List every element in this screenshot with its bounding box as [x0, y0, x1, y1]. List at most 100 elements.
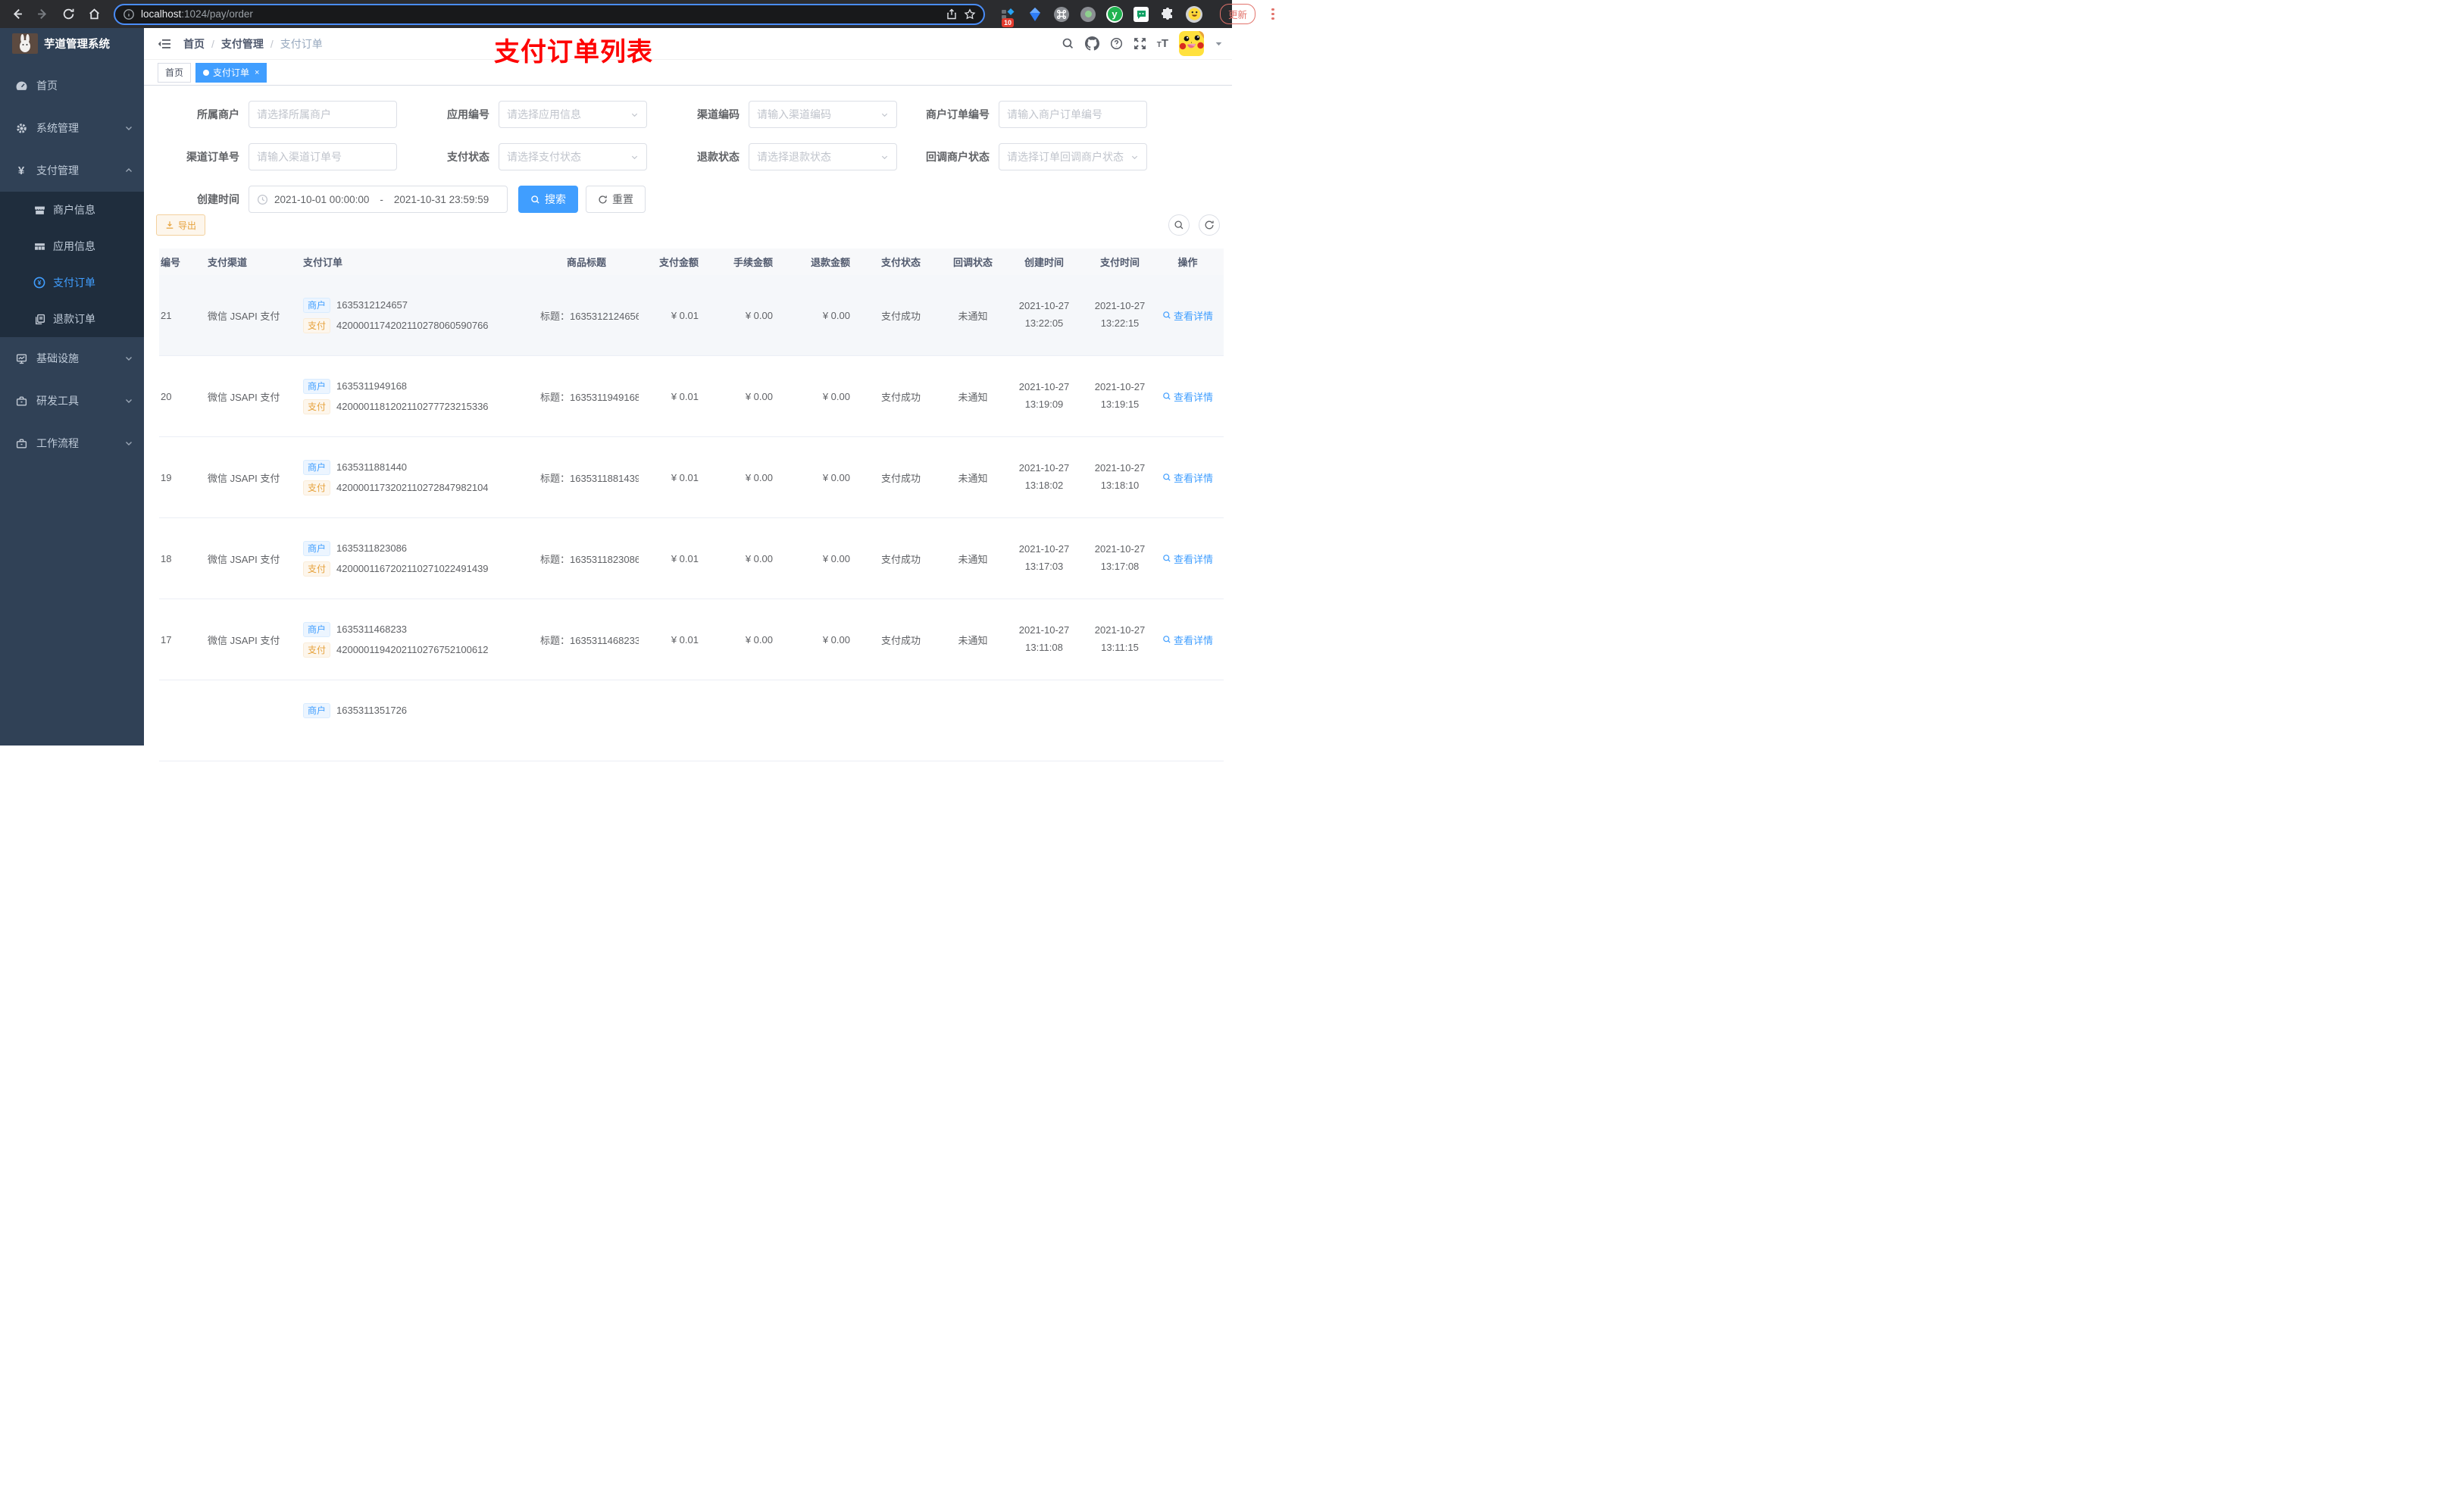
browser-forward-icon[interactable] — [32, 4, 53, 25]
help-icon[interactable] — [1110, 37, 1123, 50]
view-detail-link[interactable]: 查看详情 — [1162, 470, 1213, 485]
fullscreen-icon[interactable] — [1134, 37, 1146, 50]
order-notify-status: 未通知 — [958, 634, 988, 646]
col-status: 支付状态 — [880, 257, 921, 268]
table-toolbar: 导出 — [144, 213, 1232, 236]
create-time-range-picker[interactable]: 2021-10-01 00:00:00 - 2021-10-31 23:59:5… — [249, 186, 508, 213]
view-detail-link[interactable]: 查看详情 — [1162, 633, 1213, 647]
order-fee: ¥ 0.00 — [745, 309, 773, 321]
sidebar-item-merchant-info[interactable]: 商户信息 — [0, 192, 144, 228]
refund-status-select[interactable]: 请选择退款状态 — [749, 143, 897, 170]
share-icon[interactable] — [946, 8, 958, 20]
pay-submenu: 商户信息 应用信息 ¥ 支付订单 退款订单 — [0, 192, 144, 337]
chevron-down-icon — [630, 111, 639, 119]
recorder-extension-icon[interactable] — [1080, 6, 1096, 23]
sidebar-item-label: 商户信息 — [53, 204, 95, 216]
merchant-order-no: 1635311351726 — [336, 705, 408, 716]
notify-status-select[interactable]: 请选择订单回调商户状态 — [999, 143, 1147, 170]
sidebar-menu: 首页 系统管理 ¥ 支付管理 商户信息 应用信息 ¥ 支付订单 退款订单 基础设… — [0, 58, 144, 464]
sidebar-collapse-icon[interactable] — [158, 38, 171, 50]
tab-home[interactable]: 首页 — [158, 62, 192, 83]
url-bar[interactable]: localhost:1024/pay/order — [114, 3, 985, 25]
bookmark-star-icon[interactable] — [964, 8, 976, 20]
channel-order-no-input[interactable]: 请输入渠道订单号 — [249, 143, 397, 170]
merchant-tag: 商户 — [303, 702, 331, 718]
user-menu-caret-icon[interactable] — [1215, 39, 1223, 48]
order-created-time: 2021-10-27 13:17:03 — [1018, 543, 1070, 572]
view-detail-label: 查看详情 — [1173, 391, 1213, 403]
y-extension-icon[interactable]: y — [1106, 5, 1123, 23]
chevron-down-icon — [124, 439, 133, 448]
refresh-table-button[interactable] — [1199, 214, 1220, 236]
merchant-order-no-input[interactable]: 请输入商户订单编号 — [999, 101, 1147, 128]
search-icon[interactable] — [1062, 37, 1074, 50]
order-actions-cell: 查看详情 — [1152, 389, 1224, 404]
sidebar-item-pay-order[interactable]: ¥ 支付订单 — [0, 264, 144, 301]
chevron-down-icon — [880, 153, 889, 161]
pay-tag: 支付 — [303, 480, 331, 495]
view-detail-link[interactable]: 查看详情 — [1162, 308, 1213, 323]
view-detail-link[interactable]: 查看详情 — [1162, 389, 1213, 404]
order-actions-cell: 查看详情 — [1152, 633, 1224, 647]
sidebar-item-label: 退款订单 — [53, 313, 95, 325]
order-channel: 微信 JSAPI 支付 — [208, 391, 280, 403]
merchant-tag: 商户 — [303, 297, 331, 313]
view-detail-label: 查看详情 — [1173, 553, 1213, 565]
sidebar-item-pay[interactable]: ¥ 支付管理 — [0, 149, 144, 192]
sidebar-item-home[interactable]: 首页 — [0, 64, 144, 107]
chat-extension-icon[interactable] — [1133, 6, 1149, 23]
tab-pay-order[interactable]: 支付订单 × — [195, 62, 267, 83]
sidebar-item-app-info[interactable]: 应用信息 — [0, 228, 144, 264]
logo-bar[interactable]: 芋道管理系统 — [0, 28, 144, 58]
view-detail-link[interactable]: 查看详情 — [1162, 552, 1213, 566]
pay-status-select[interactable]: 请选择支付状态 — [499, 143, 647, 170]
browser-reload-icon[interactable] — [58, 4, 79, 25]
order-status: 支付成功 — [880, 553, 921, 565]
close-tab-icon[interactable]: × — [255, 68, 259, 77]
avatar[interactable] — [1179, 31, 1204, 56]
search-button[interactable]: 搜索 — [518, 186, 578, 213]
sidebar-item-infra[interactable]: 基础设施 — [0, 337, 144, 380]
merchant-select[interactable]: 请选择所属商户 — [249, 101, 397, 128]
channel-code-select[interactable]: 请输入渠道编码 — [749, 101, 897, 128]
order-numbers-cell: 商户 1635311468233 支付 42000011942021102767… — [284, 621, 534, 658]
font-size-icon[interactable]: TT — [1157, 37, 1168, 50]
order-actions-cell: 查看详情 — [1152, 470, 1224, 485]
site-info-icon[interactable] — [123, 8, 135, 20]
order-fee: ¥ 0.00 — [745, 633, 773, 645]
table-row: 17 微信 JSAPI 支付 商户 1635311468233 支付 42000… — [159, 599, 1224, 680]
gem-extension-icon[interactable] — [1027, 6, 1043, 23]
table-row: 21 微信 JSAPI 支付 商户 1635312124657 支付 42000… — [159, 275, 1224, 356]
order-refund: ¥ 0.00 — [822, 471, 850, 483]
browser-update-button[interactable]: 更新 — [1220, 4, 1256, 24]
order-paid-time: 2021-10-27 13:11:15 — [1094, 624, 1146, 653]
reset-button[interactable]: 重置 — [586, 186, 646, 213]
sidebar-item-refund-order[interactable]: 退款订单 — [0, 301, 144, 337]
export-button[interactable]: 导出 — [156, 214, 206, 236]
show-search-toggle-button[interactable] — [1168, 214, 1190, 236]
smiley-profile-icon[interactable] — [1186, 5, 1202, 23]
order-status: 支付成功 — [880, 634, 921, 646]
breadcrumb-pay[interactable]: 支付管理 — [221, 36, 264, 52]
browser-menu-icon[interactable] — [1271, 8, 1274, 20]
puzzle-extensions-icon[interactable] — [1159, 6, 1176, 23]
sidebar-item-workflow[interactable]: 工作流程 — [0, 422, 144, 464]
browser-home-icon[interactable] — [83, 4, 105, 25]
sidebar-item-system[interactable]: 系统管理 — [0, 107, 144, 149]
order-amount: ¥ 0.01 — [671, 552, 699, 564]
filter-label-create-time: 创建时间 — [197, 193, 239, 205]
sidebar-item-devtools[interactable]: 研发工具 — [0, 380, 144, 422]
order-fee: ¥ 0.00 — [745, 471, 773, 483]
github-icon[interactable] — [1084, 36, 1099, 51]
url-text[interactable]: localhost:1024/pay/order — [141, 8, 940, 20]
tag-manager-extension-icon[interactable]: 10 — [1000, 6, 1017, 27]
breadcrumb-home[interactable]: 首页 — [183, 36, 205, 52]
order-id: 19 — [161, 471, 172, 483]
browser-back-icon[interactable] — [6, 4, 27, 25]
col-title: 商品标题 — [566, 257, 606, 268]
breadcrumb-current: 支付订单 — [280, 37, 323, 50]
col-refund: 退款金额 — [810, 257, 850, 268]
yen-icon: ¥ — [17, 164, 25, 177]
app-select[interactable]: 请选择应用信息 — [499, 101, 647, 128]
command-extension-icon[interactable] — [1053, 6, 1070, 23]
